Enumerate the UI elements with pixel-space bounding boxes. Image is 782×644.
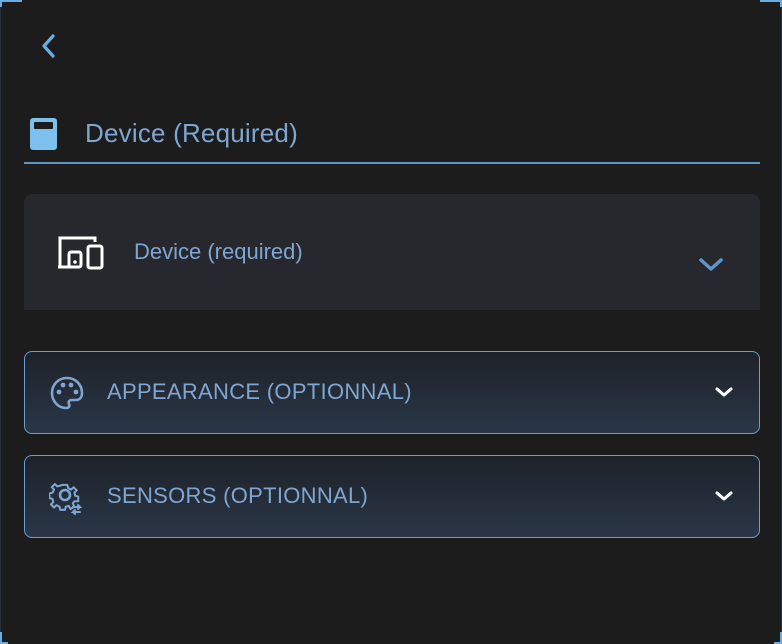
left-edge	[0, 0, 1, 644]
device-select-label: Device (required)	[134, 239, 303, 264]
devices-icon	[57, 234, 107, 277]
sensors-section-toggle[interactable]: SENSORS (OPTIONNAL)	[24, 455, 760, 538]
appearance-section-toggle[interactable]: APPEARANCE (OPTIONNAL)	[24, 351, 760, 434]
device-select[interactable]: Device (required)	[24, 194, 760, 310]
appearance-section-label: APPEARANCE (OPTIONNAL)	[107, 379, 412, 404]
panel-frame	[0, 0, 782, 644]
corner-bottom-right	[774, 632, 782, 644]
calculator-icon	[29, 117, 59, 156]
section-header: Device (Required)	[24, 106, 760, 164]
sensors-section-label: SENSORS (OPTIONNAL)	[107, 483, 369, 508]
corner-top-left	[0, 0, 22, 7]
corner-bottom-left	[0, 632, 8, 644]
chevron-left-icon	[42, 34, 55, 58]
corner-top-right	[760, 0, 782, 7]
chevron-down-icon	[698, 257, 724, 278]
chevron-down-icon	[713, 385, 735, 404]
palette-icon	[49, 375, 85, 416]
chevron-down-icon	[713, 489, 735, 508]
gear-sync-icon	[48, 479, 85, 520]
back-button[interactable]	[36, 33, 62, 59]
header-title: Device (Required)	[85, 118, 298, 148]
